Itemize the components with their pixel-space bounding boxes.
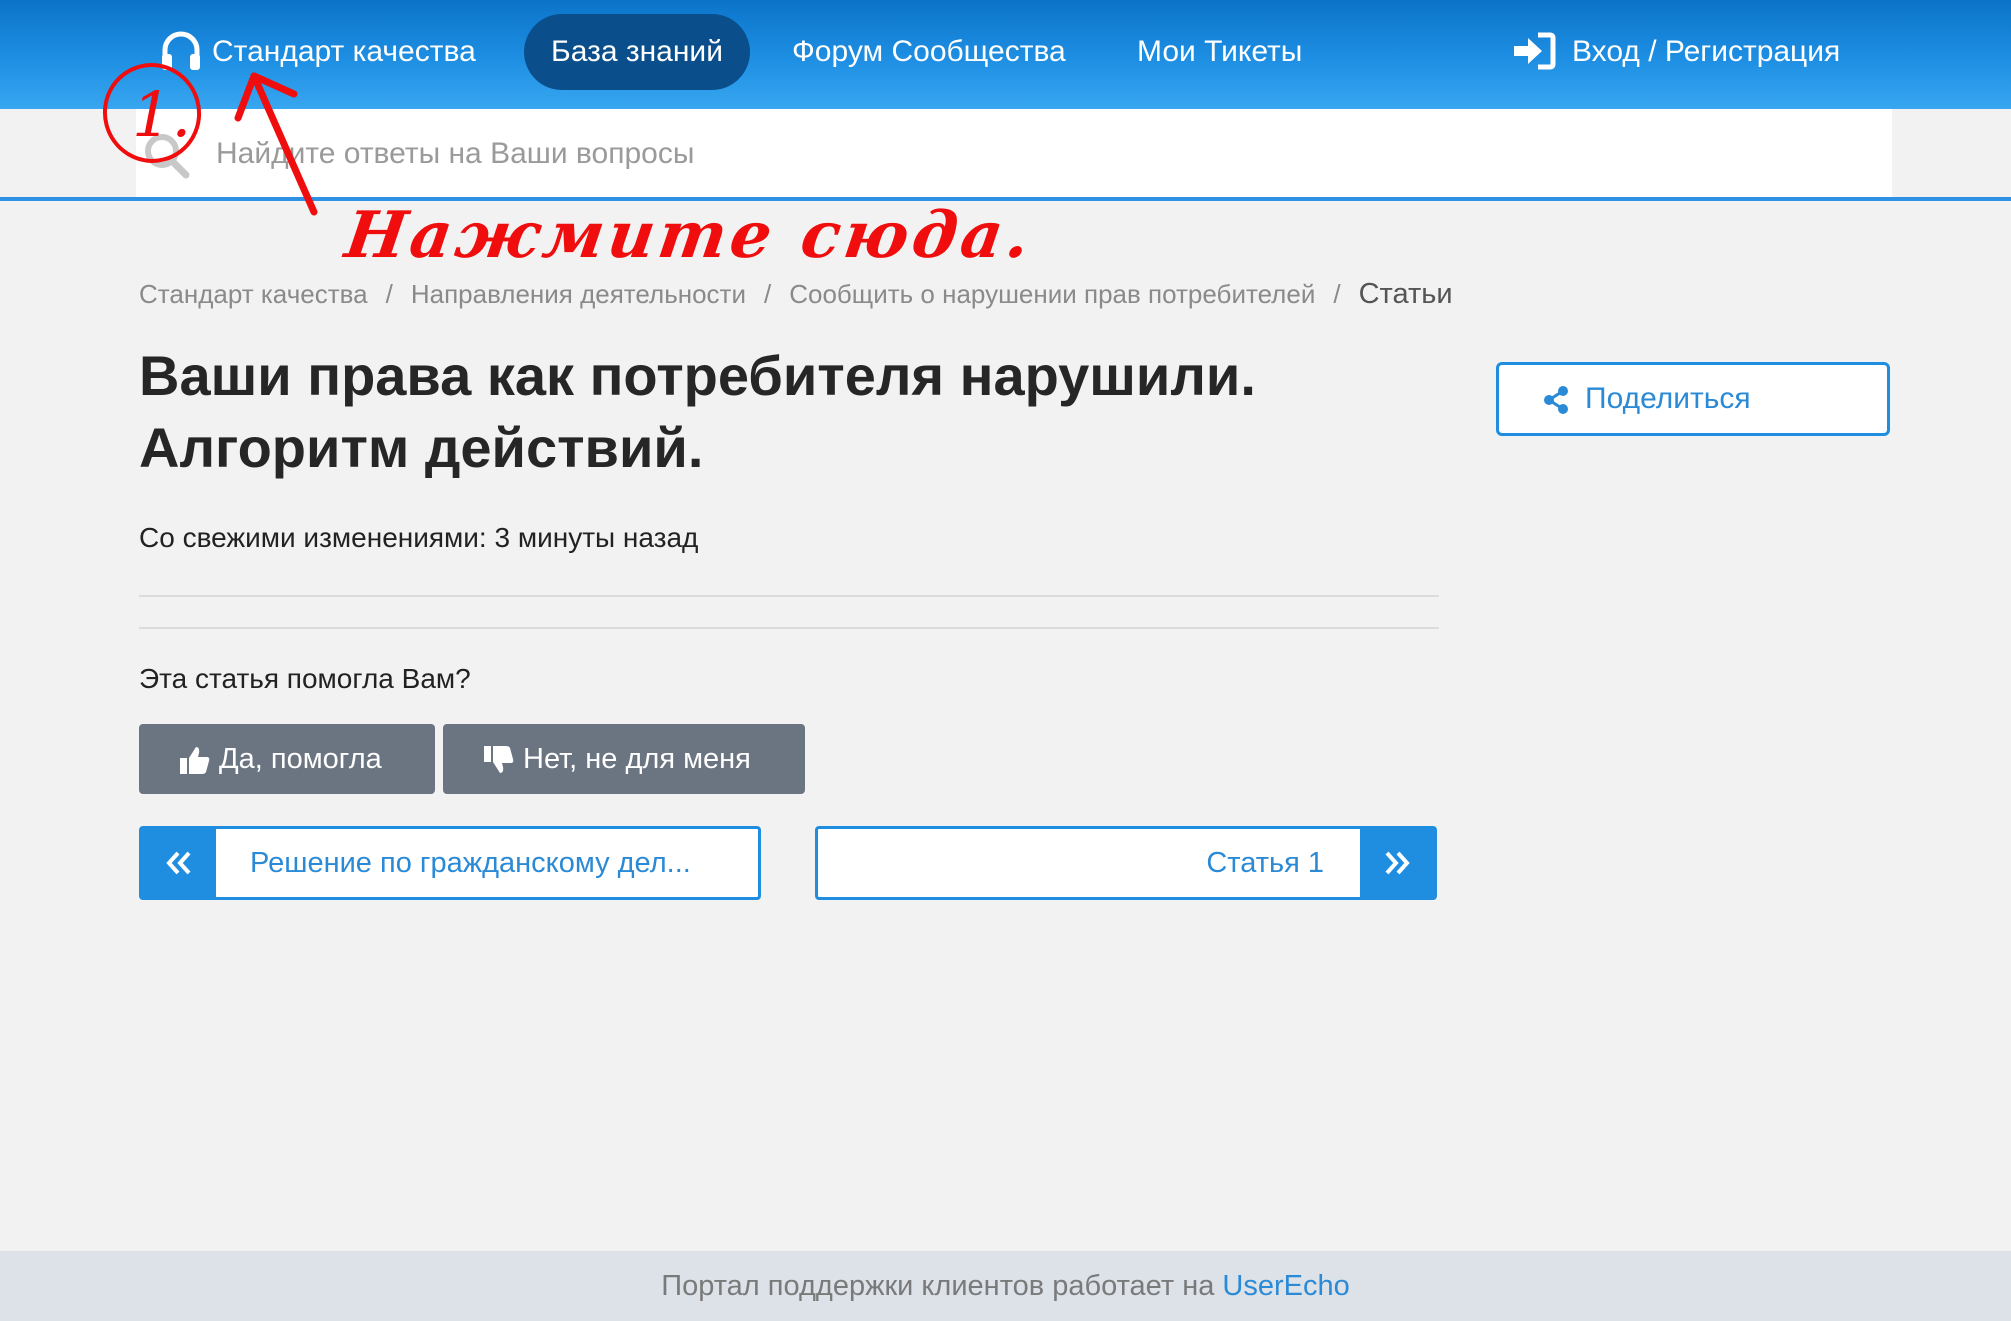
pager-next-arrow <box>1360 829 1434 897</box>
vote-yes-button[interactable]: Да, помогла <box>139 724 435 794</box>
breadcrumb-separator: / <box>763 279 772 309</box>
pager-prev-arrow <box>142 829 216 897</box>
breadcrumb: Стандарт качества / Направления деятельнос… <box>139 274 1453 314</box>
breadcrumb-separator: / <box>385 279 393 309</box>
nav-community-forum[interactable]: Форум Сообщества <box>792 14 1066 90</box>
top-navbar: Стандарт качества База знаний Форум Сооб… <box>0 0 2011 109</box>
footer: Портал поддержки клиентов работает на Us… <box>0 1251 2011 1321</box>
vote-yes-label: Да, помогла <box>219 743 382 775</box>
vote-no-label: Нет, не для меня <box>523 743 751 775</box>
divider <box>139 627 1439 629</box>
divider <box>139 595 1439 597</box>
page-title-line2: Алгоритм действий. <box>139 416 704 479</box>
footer-userecho-link[interactable]: UserEcho <box>1222 1270 1349 1302</box>
thumbs-up-icon <box>180 747 210 774</box>
previous-article-link[interactable]: Решение по гражданскому дел... <box>139 826 761 900</box>
breadcrumb-item-directions[interactable]: Направления деятельности <box>411 274 746 314</box>
thumbs-down-icon <box>484 746 514 773</box>
search-input[interactable] <box>214 118 1818 190</box>
headphones-icon <box>162 31 200 70</box>
page-title-line1: Ваши права как потребителя нарушили. <box>139 344 1256 407</box>
nav-knowledge-base[interactable]: База знаний <box>524 14 750 90</box>
previous-article-label: Решение по гражданскому дел... <box>250 847 691 879</box>
breadcrumb-separator: / <box>1333 279 1341 309</box>
share-icon <box>1544 386 1568 414</box>
nav-brand-label: Стандарт качества <box>212 35 476 68</box>
breadcrumb-item-report-violation[interactable]: Сообщить о нарушении прав потребителей <box>789 274 1315 314</box>
breadcrumb-item-articles[interactable]: Статьи <box>1359 274 1453 314</box>
feedback-question: Эта статья помогла Вам? <box>139 663 471 694</box>
share-button[interactable]: Поделиться <box>1496 362 1890 436</box>
breadcrumb-item-home[interactable]: Стандарт качества <box>139 274 368 314</box>
next-article-link[interactable]: Статья 1 <box>815 826 1437 900</box>
search-icon <box>145 134 190 179</box>
sign-in-icon <box>1514 32 1556 70</box>
last-updated-text: Со свежими изменениями: 3 минуты назад <box>139 522 699 553</box>
nav-login-label: Вход / Регистрация <box>1572 35 1841 68</box>
double-chevron-right-icon <box>1385 851 1410 875</box>
footer-text: Портал поддержки клиентов работает на <box>661 1270 1215 1302</box>
vote-no-button[interactable]: Нет, не для меня <box>443 724 805 794</box>
next-article-label: Статья 1 <box>1206 847 1324 879</box>
double-chevron-left-icon <box>166 851 191 875</box>
page-title: Ваши права как потребителя нарушили. Алг… <box>139 340 1439 484</box>
share-label: Поделиться <box>1585 382 1751 415</box>
annotation-text: Нажмите сюда. <box>340 198 1039 273</box>
nav-my-tickets[interactable]: Мои Тикеты <box>1137 14 1302 90</box>
